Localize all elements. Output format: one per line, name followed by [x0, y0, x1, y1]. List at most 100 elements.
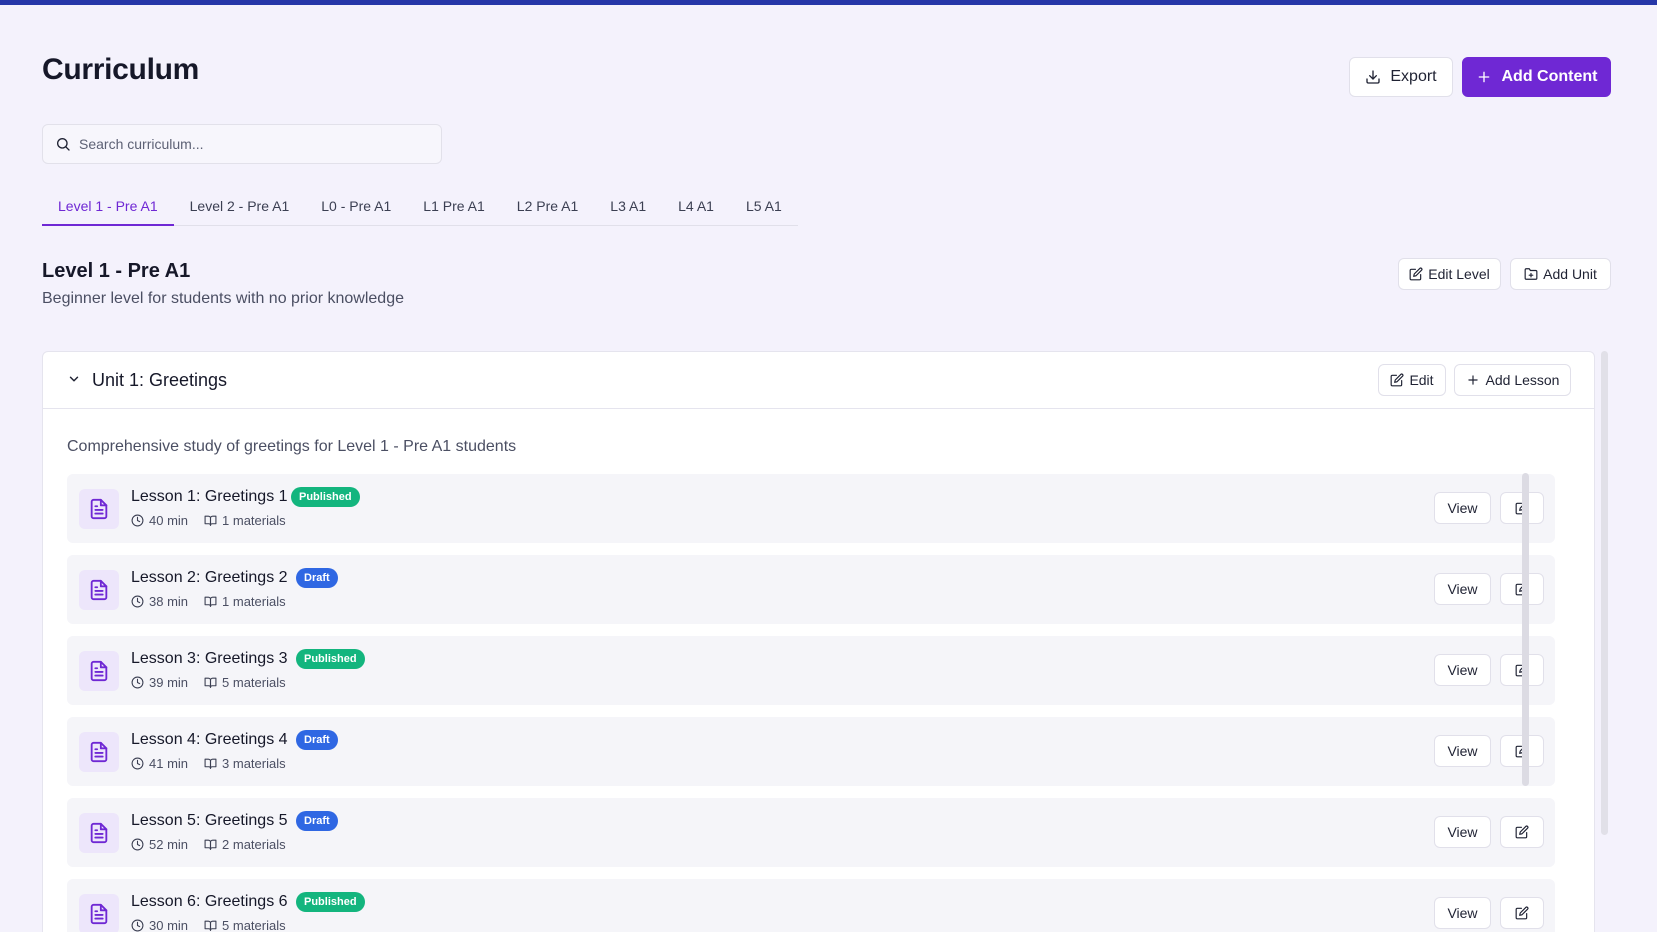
document-icon	[79, 651, 119, 691]
lesson-title: Lesson 6: Greetings 6	[131, 893, 288, 910]
lesson-materials: 3 materials	[222, 756, 286, 771]
lesson-meta: 41 min 3 materials	[131, 756, 302, 771]
lesson-title: Lesson 2: Greetings 2	[131, 569, 288, 586]
tab-l2-pre-a1[interactable]: L2 Pre A1	[501, 190, 595, 226]
lesson-duration: 40 min	[149, 513, 189, 528]
edit-icon	[1409, 267, 1423, 281]
lesson-meta: 30 min 5 materials	[131, 918, 302, 932]
unit-description: Comprehensive study of greetings for Lev…	[67, 438, 517, 455]
clock-icon	[131, 676, 144, 689]
view-button[interactable]: View	[1434, 816, 1491, 848]
search-input[interactable]	[79, 136, 419, 152]
lesson-materials: 1 materials	[222, 513, 286, 528]
edit-level-button[interactable]: Edit Level	[1398, 258, 1501, 290]
lesson-duration: 38 min	[149, 594, 189, 609]
lesson-title: Lesson 4: Greetings 4	[131, 731, 288, 748]
chevron-down-icon[interactable]	[67, 372, 81, 386]
unit-title: Unit 1: Greetings	[92, 370, 228, 390]
edit-level-label: Edit Level	[1428, 266, 1490, 282]
view-button[interactable]: View	[1434, 897, 1491, 929]
lesson-duration: 30 min	[149, 918, 189, 932]
lesson-title: Lesson 1: Greetings 1	[131, 488, 288, 505]
edit-icon	[1391, 373, 1404, 387]
lesson-duration: 39 min	[149, 675, 189, 690]
status-badge: Published	[296, 649, 365, 669]
lesson-duration: 52 min	[149, 837, 189, 852]
document-icon	[79, 570, 119, 610]
tab-l5-a1[interactable]: L5 A1	[730, 190, 798, 226]
tab-l0-pre-a1[interactable]: L0 - Pre A1	[305, 190, 407, 226]
unit-edit-button[interactable]: Edit	[1378, 364, 1446, 396]
clock-icon	[131, 838, 144, 851]
plus-icon	[1467, 375, 1478, 385]
lesson-list-scrollbar[interactable]	[1522, 473, 1529, 786]
add-lesson-label: Add Lesson	[1485, 372, 1560, 388]
clock-icon	[131, 514, 144, 527]
book-icon	[204, 677, 217, 688]
search-icon	[57, 138, 70, 151]
view-button[interactable]: View	[1434, 654, 1491, 686]
lesson-meta: 39 min 5 materials	[131, 675, 302, 690]
lesson-materials: 1 materials	[222, 594, 286, 609]
book-icon	[204, 515, 217, 526]
lesson-duration: 41 min	[149, 756, 189, 771]
clock-icon	[131, 595, 144, 608]
unit-header[interactable]: Unit 1: Greetings Edit Add Lesson	[43, 352, 1594, 409]
lesson-title: Lesson 3: Greetings 3	[131, 650, 288, 667]
book-icon	[204, 596, 217, 607]
book-icon	[204, 920, 217, 931]
add-lesson-button[interactable]: Add Lesson	[1454, 364, 1571, 396]
lesson-materials: 2 materials	[222, 837, 286, 852]
page-title: Curriculum	[42, 53, 200, 86]
page-scrollbar[interactable]	[1601, 351, 1608, 835]
edit-icon	[1515, 825, 1529, 839]
lesson-materials: 5 materials	[222, 675, 286, 690]
book-icon	[204, 758, 217, 769]
tab-l4-a1[interactable]: L4 A1	[662, 190, 730, 226]
lesson-meta: 38 min 1 materials	[131, 594, 302, 609]
status-badge: Draft	[296, 568, 338, 588]
plus-icon	[1478, 71, 1489, 83]
top-accent-bar	[0, 0, 1657, 5]
search-box[interactable]	[42, 124, 442, 164]
lesson-meta: 40 min 1 materials	[131, 513, 302, 528]
tab-l3-a1[interactable]: L3 A1	[594, 190, 662, 226]
level-tabs: Level 1 - Pre A1 Level 2 - Pre A1 L0 - P…	[42, 190, 798, 226]
list-item: Lesson 3: Greetings 3 Published 39 min 5…	[67, 636, 1555, 705]
tab-level-1-pre-a1[interactable]: Level 1 - Pre A1	[42, 190, 174, 226]
view-button[interactable]: View	[1434, 492, 1491, 524]
list-item: Lesson 5: Greetings 5 Draft 52 min 2 mat…	[67, 798, 1555, 867]
level-description: Beginner level for students with no prio…	[42, 290, 404, 307]
status-badge: Draft	[296, 730, 338, 750]
list-item: Lesson 4: Greetings 4 Draft 41 min 3 mat…	[67, 717, 1555, 786]
tab-level-2-pre-a1[interactable]: Level 2 - Pre A1	[174, 190, 306, 226]
document-icon	[79, 732, 119, 772]
export-label: Export	[1390, 68, 1437, 85]
list-item: Lesson 6: Greetings 6 Published 30 min 5…	[67, 879, 1555, 932]
edit-icon	[1515, 906, 1529, 920]
add-unit-label: Add Unit	[1543, 266, 1597, 282]
lesson-edit-button[interactable]	[1500, 897, 1544, 929]
add-content-button[interactable]: Add Content	[1462, 57, 1611, 97]
tab-l1-pre-a1[interactable]: L1 Pre A1	[407, 190, 501, 226]
document-icon	[79, 813, 119, 853]
folder-plus-icon	[1524, 268, 1538, 280]
clock-icon	[131, 919, 144, 932]
lesson-materials: 5 materials	[222, 918, 286, 932]
add-unit-button[interactable]: Add Unit	[1510, 258, 1611, 290]
status-badge: Published	[291, 487, 360, 507]
book-icon	[204, 839, 217, 850]
lesson-meta: 52 min 2 materials	[131, 837, 302, 852]
lesson-title: Lesson 5: Greetings 5	[131, 812, 288, 829]
document-icon	[79, 894, 119, 932]
unit-edit-label: Edit	[1409, 372, 1434, 388]
export-button[interactable]: Export	[1349, 57, 1453, 97]
level-title: Level 1 - Pre A1	[42, 260, 191, 282]
view-button[interactable]: View	[1434, 735, 1491, 767]
view-button[interactable]: View	[1434, 573, 1491, 605]
add-content-label: Add Content	[1501, 68, 1598, 85]
list-item: Lesson 2: Greetings 2 Draft 38 min 1 mat…	[67, 555, 1555, 624]
document-icon	[79, 489, 119, 529]
lesson-edit-button[interactable]	[1500, 816, 1544, 848]
list-item: Lesson 1: Greetings 1 Published 40 min 1…	[67, 474, 1555, 543]
